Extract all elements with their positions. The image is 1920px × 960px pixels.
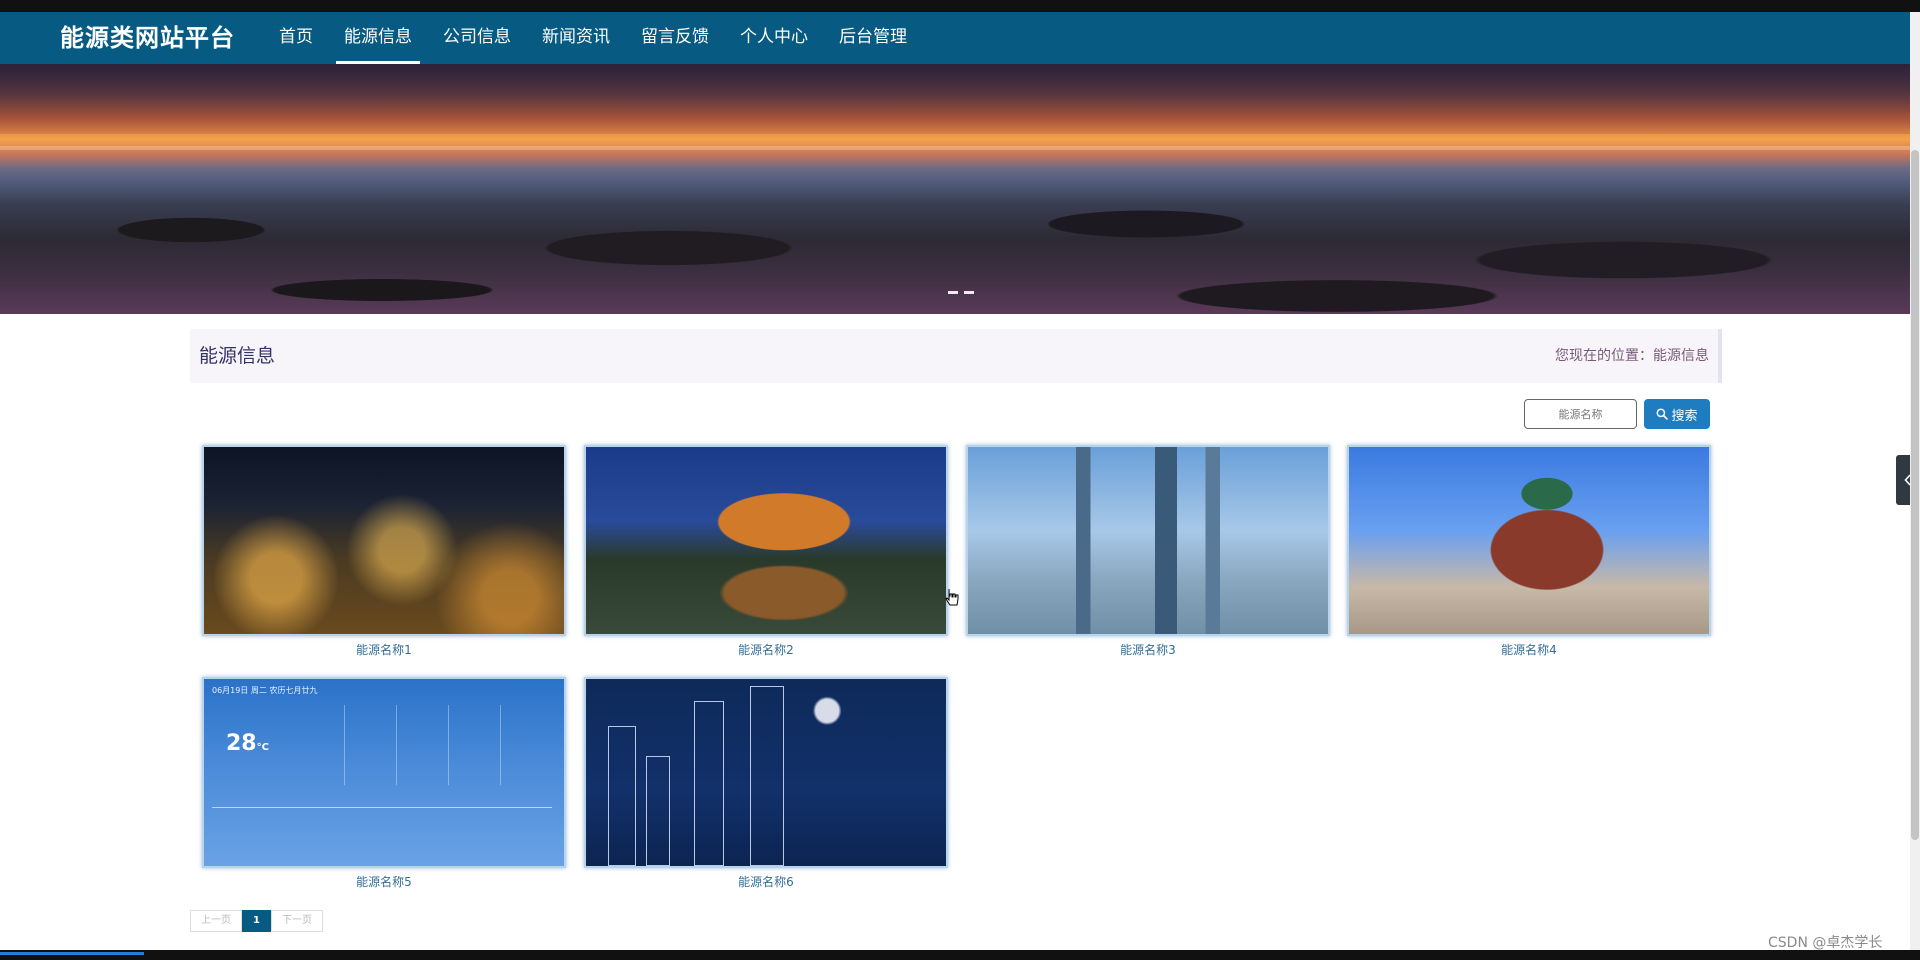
weather-day-col [500, 705, 544, 785]
energy-card-2[interactable]: 能源名称2 [584, 445, 948, 658]
line-art-building [608, 726, 636, 866]
pagination-prev[interactable]: 上一页 [190, 910, 242, 932]
nav-item-home[interactable]: 首页 [265, 12, 327, 64]
energy-card-name[interactable]: 能源名称5 [202, 873, 566, 890]
energy-card-5[interactable]: 06月19日 周二 农历七月廿九 28°C 能源名称5 [202, 677, 566, 890]
nav-item-company-info[interactable]: 公司信息 [429, 12, 525, 64]
weather-temp-unit: °C [256, 742, 269, 753]
energy-card-1[interactable]: 能源名称1 [202, 445, 566, 658]
line-art-building [694, 701, 724, 866]
search-button[interactable]: 搜索 [1644, 399, 1710, 429]
carousel-dot-2[interactable] [964, 291, 974, 294]
energy-card-image[interactable] [966, 445, 1330, 636]
nav-item-feedback[interactable]: 留言反馈 [627, 12, 723, 64]
search-button-label: 搜索 [1671, 408, 1698, 424]
carousel-dot-1[interactable] [948, 291, 958, 294]
search-input[interactable] [1524, 399, 1637, 429]
weather-chart-line [212, 807, 552, 808]
page-title: 能源信息 [199, 345, 276, 367]
banner-rocks [0, 194, 1910, 314]
energy-card-4[interactable]: 能源名称4 [1347, 445, 1711, 658]
scrollbar-thumb[interactable] [1911, 150, 1919, 840]
energy-card-name[interactable]: 能源名称4 [1347, 641, 1711, 658]
line-art-building [646, 756, 670, 866]
weather-day-col [448, 705, 492, 785]
energy-card-image[interactable]: 06月19日 周二 农历七月廿九 28°C [202, 677, 566, 868]
video-progress-bar [0, 952, 144, 955]
energy-card-image[interactable] [202, 445, 566, 636]
hero-banner [0, 64, 1910, 314]
pagination-next[interactable]: 下一页 [270, 910, 323, 932]
weather-temp-value: 28 [226, 731, 257, 756]
pagination-page-1[interactable]: 1 [242, 910, 271, 932]
energy-card-name[interactable]: 能源名称1 [202, 641, 566, 658]
nav-item-energy-info[interactable]: 能源信息 [330, 12, 426, 64]
watermark: CSDN @卓杰学长 [1768, 935, 1883, 951]
energy-card-name[interactable]: 能源名称6 [584, 873, 948, 890]
weather-temperature: 28°C [226, 731, 269, 756]
section-header: 能源信息 您现在的位置：能源信息 [190, 329, 1722, 383]
weather-day-col [344, 705, 388, 785]
weather-header-text: 06月19日 周二 农历七月廿九 [212, 686, 318, 695]
nav-item-news[interactable]: 新闻资讯 [528, 12, 624, 64]
energy-card-6[interactable]: 能源名称6 [584, 677, 948, 890]
energy-card-image[interactable] [584, 445, 948, 636]
site-brand[interactable]: 能源类网站平台 [60, 12, 235, 64]
top-navbar: 能源类网站平台 首页 能源信息 公司信息 新闻资讯 留言反馈 个人中心 后台管理 [0, 12, 1910, 64]
energy-card-name[interactable]: 能源名称3 [966, 641, 1330, 658]
energy-card-name[interactable]: 能源名称2 [584, 641, 948, 658]
nav-item-admin[interactable]: 后台管理 [825, 12, 921, 64]
screen-top-bezel [0, 0, 1920, 12]
line-art-building [750, 686, 784, 866]
nav-item-user-center[interactable]: 个人中心 [726, 12, 822, 64]
breadcrumb: 您现在的位置：能源信息 [1555, 348, 1709, 364]
energy-card-image[interactable] [1347, 445, 1711, 636]
search-icon [1657, 408, 1669, 420]
mouse-pointer-icon [944, 588, 960, 614]
weather-day-col [396, 705, 440, 785]
banner-horizon [0, 146, 1910, 150]
energy-card-3[interactable]: 能源名称3 [966, 445, 1330, 658]
carousel-dots [948, 291, 974, 294]
energy-card-image[interactable] [584, 677, 948, 868]
pagination: 上一页 1 下一页 [190, 910, 323, 932]
screen-bottom-bezel [0, 950, 1920, 960]
main-nav: 首页 能源信息 公司信息 新闻资讯 留言反馈 个人中心 后台管理 [265, 12, 924, 64]
banner-clouds [0, 64, 1910, 134]
